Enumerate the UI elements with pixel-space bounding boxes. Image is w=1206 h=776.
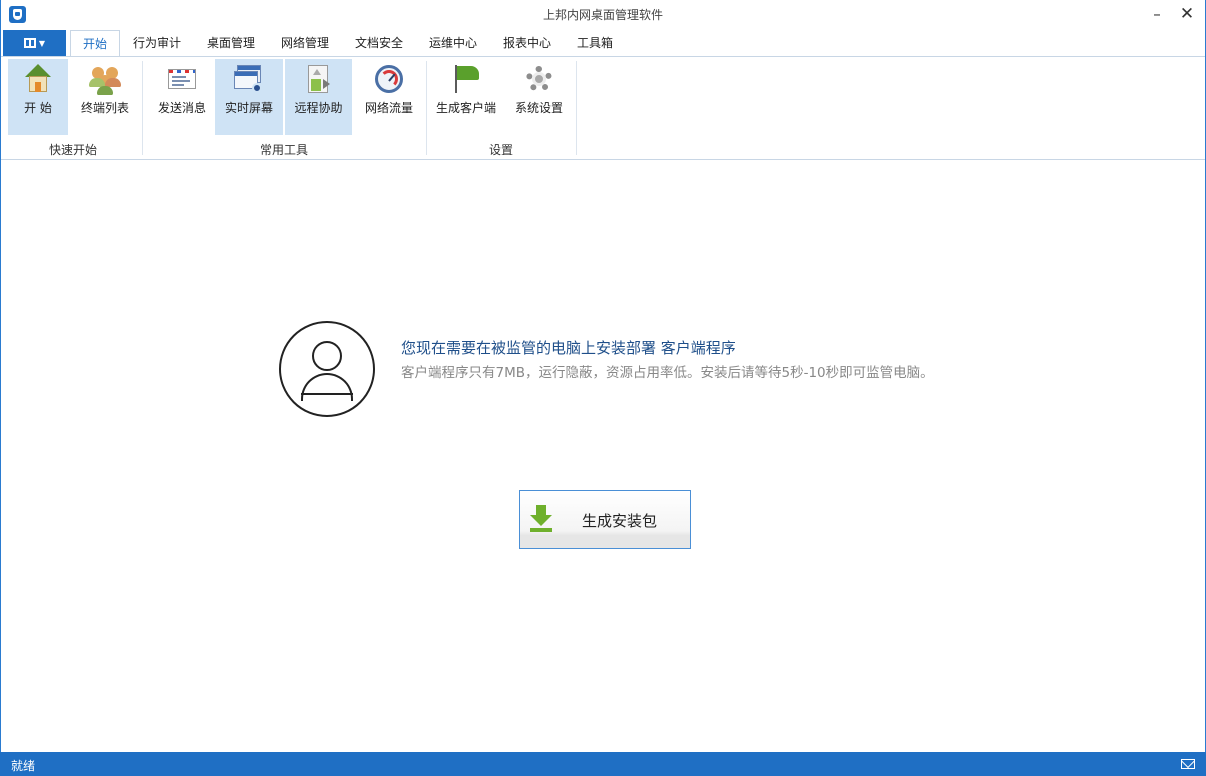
ribbon-send-message-button[interactable]: 发送消息 [151, 59, 213, 135]
ribbon-button-label: 开 始 [24, 101, 52, 115]
status-text: 就绪 [11, 759, 36, 773]
ribbon-network-traffic-button[interactable]: 网络流量 [357, 59, 421, 135]
ribbon-generate-client-button[interactable]: 生成客户端 [431, 59, 501, 135]
grid-icon [23, 37, 36, 48]
ribbon-button-label: 生成客户端 [435, 101, 496, 115]
remote-icon [303, 63, 335, 95]
close-button[interactable]: ✕ [1173, 2, 1201, 26]
tab-network-management[interactable]: 网络管理 [273, 30, 337, 56]
download-icon [530, 505, 552, 533]
screen-icon [233, 63, 265, 95]
tab-document-security[interactable]: 文档安全 [347, 30, 411, 56]
ribbon-button-label: 网络流量 [364, 101, 413, 115]
menu-tab-bar: ▼ 开始 行为审计 桌面管理 网络管理 文档安全 运维中心 报表中心 工具箱 [1, 29, 1205, 57]
gauge-icon [373, 63, 405, 95]
ribbon-remote-assist-button[interactable]: 远程协助 [285, 59, 352, 135]
ribbon-start-button[interactable]: 开 始 [8, 59, 68, 135]
file-menu-button[interactable]: ▼ [3, 30, 66, 56]
install-description: 客户端程序只有7MB，运行隐蔽，资源占用率低。安装后请等待5秒-10秒即可监管电… [401, 365, 934, 381]
ribbon-system-settings-button[interactable]: 系统设置 [507, 59, 571, 135]
tab-start[interactable]: 开始 [70, 30, 120, 57]
install-headline: 您现在需要在被监管的电脑上安装部署 客户端程序 [401, 339, 736, 357]
home-icon [22, 63, 54, 95]
flag-icon [450, 63, 482, 95]
group-separator [576, 61, 577, 155]
tab-report-center[interactable]: 报表中心 [495, 30, 559, 56]
group-label-common-tools: 常用工具 [259, 143, 308, 157]
minimize-button[interactable]: – [1143, 2, 1171, 26]
main-content: 您现在需要在被监管的电脑上安装部署 客户端程序 客户端程序只有7MB，运行隐蔽，… [1, 161, 1205, 752]
caret-down-icon: ▼ [38, 38, 46, 48]
user-avatar-icon [279, 321, 375, 417]
ribbon-button-label: 终端列表 [80, 101, 129, 115]
tab-behavior-audit[interactable]: 行为审计 [125, 30, 189, 56]
users-icon [89, 63, 121, 95]
message-icon [166, 63, 198, 95]
generate-package-label: 生成安装包 [582, 512, 658, 530]
window-title: 上邦内网桌面管理软件 [542, 8, 663, 22]
status-bar: 就绪 [0, 752, 1206, 776]
group-label-quick-start: 快速开始 [48, 143, 97, 157]
gear-icon [523, 63, 555, 95]
ribbon-live-screen-button[interactable]: 实时屏幕 [215, 59, 283, 135]
tab-operations-center[interactable]: 运维中心 [421, 30, 485, 56]
ribbon-button-label: 实时屏幕 [224, 101, 273, 115]
generate-package-button[interactable]: 生成安装包 [519, 490, 691, 549]
app-window: 上邦内网桌面管理软件 – ✕ ▼ 开始 行为审计 桌面管理 网络管理 文档安全 … [0, 0, 1206, 776]
ribbon-button-label: 发送消息 [157, 101, 206, 115]
group-label-settings: 设置 [488, 143, 513, 157]
title-bar: 上邦内网桌面管理软件 – ✕ [1, 0, 1205, 29]
ribbon-button-label: 系统设置 [514, 101, 563, 115]
tab-desktop-management[interactable]: 桌面管理 [199, 30, 263, 56]
ribbon-button-label: 远程协助 [294, 101, 343, 115]
ribbon: 开 始 终端列表 快速开始 发送消息 实时屏幕 远程协助 网络流量 常用工具 生… [1, 56, 1205, 160]
tab-toolbox[interactable]: 工具箱 [569, 30, 621, 56]
ribbon-terminal-list-button[interactable]: 终端列表 [75, 59, 135, 135]
mail-icon[interactable] [1181, 759, 1195, 769]
